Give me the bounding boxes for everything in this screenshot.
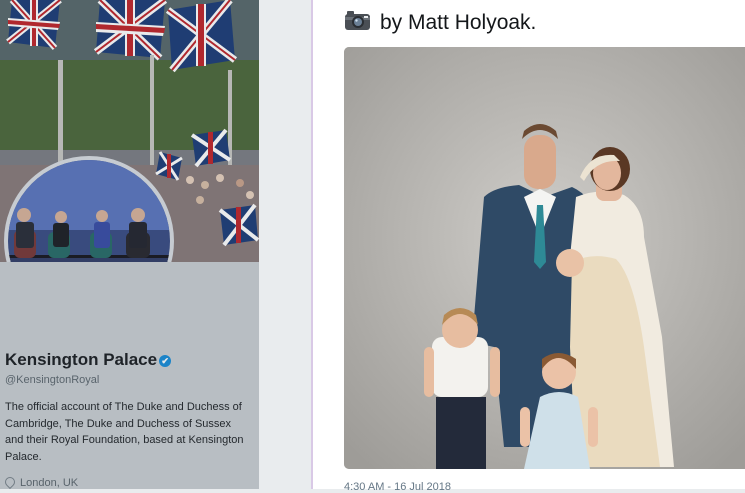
dim-overlay[interactable] bbox=[0, 0, 259, 489]
camera-icon bbox=[345, 11, 370, 30]
tweet-timestamp[interactable]: 4:30 AM - 16 Jul 2018 bbox=[344, 481, 451, 493]
tweet-modal: by Matt Holyoak. 4:30 AM - 16 Jul 2018 bbox=[311, 0, 745, 493]
profile-sidebar: Kensington Palace ✔ @KensingtonRoyal The … bbox=[0, 0, 259, 489]
tweet-photo[interactable] bbox=[344, 47, 745, 469]
tweet-text-content: by Matt Holyoak. bbox=[380, 11, 537, 34]
tweet-text: by Matt Holyoak. bbox=[344, 10, 536, 35]
family-portrait-image bbox=[344, 47, 745, 469]
